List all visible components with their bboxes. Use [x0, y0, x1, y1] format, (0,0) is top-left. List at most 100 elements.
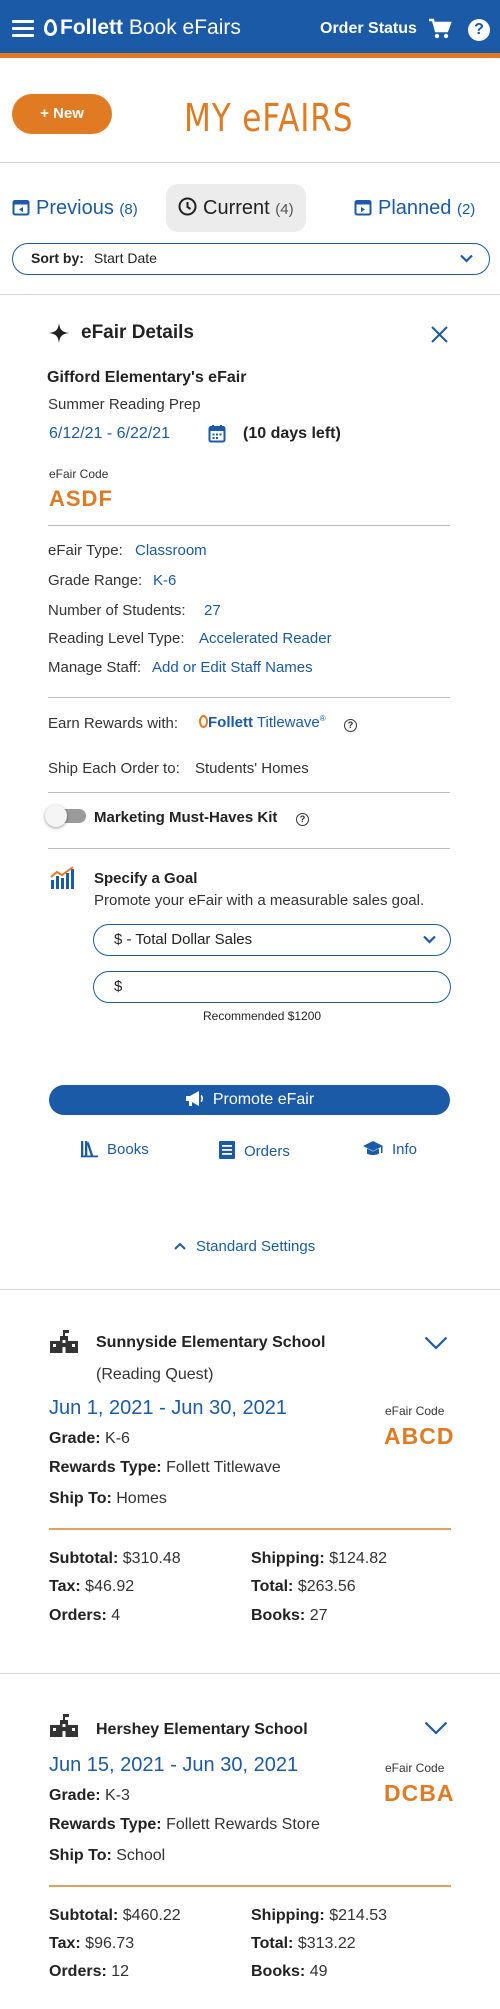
reading-level-label: Reading Level Type: — [48, 630, 185, 647]
cart-icon[interactable] — [428, 18, 452, 45]
marketing-kit-label: Marketing Must-Haves Kit — [94, 809, 278, 826]
marketing-help-icon[interactable]: ? — [290, 810, 309, 828]
subtotal-value: $460.22 — [122, 1907, 181, 1924]
books-link[interactable]: Books — [80, 1140, 149, 1158]
fair-school-name: Sunnyside Elementary School — [96, 1334, 326, 1351]
fair-name: Gifford Elementary's eFair — [47, 369, 247, 386]
logo[interactable]: Follett Book eFairs — [44, 16, 241, 40]
tab-planned[interactable]: Planned (2) — [354, 184, 475, 232]
marketing-kit-toggle[interactable] — [45, 805, 86, 827]
titlewave-brand: Follett — [208, 714, 253, 731]
divider — [48, 525, 450, 526]
rewards-type-label: Rewards Type: — [49, 1816, 162, 1833]
new-efair-button[interactable]: + New — [12, 94, 112, 134]
efair-code: ABCD — [384, 1423, 455, 1449]
school-icon — [48, 1714, 80, 1743]
growth-chart-icon — [50, 866, 76, 895]
rewards-help-icon[interactable]: ? — [338, 716, 357, 734]
grade-value: K-6 — [105, 1430, 130, 1447]
follett-drop-icon — [44, 19, 57, 36]
orders-count-label: Orders: — [49, 1607, 107, 1624]
orders-count-value: 4 — [111, 1607, 121, 1624]
rewards-label: Earn Rewards with: — [48, 715, 179, 732]
titlewave-logo: Follett Titlewave® — [199, 714, 326, 731]
efair-type-label: eFair Type: — [48, 542, 123, 559]
divider — [48, 792, 450, 793]
divider — [0, 294, 500, 295]
order-status-link[interactable]: Order Status — [320, 20, 417, 38]
manage-staff-link[interactable]: Add or Edit Staff Names — [152, 659, 313, 676]
megaphone-icon — [185, 1091, 203, 1106]
fair-program: (Reading Quest) — [96, 1366, 214, 1383]
fair-dates: Jun 15, 2021 - Jun 30, 2021 — [49, 1754, 299, 1776]
orders-link[interactable]: Orders — [218, 1140, 290, 1160]
sort-select[interactable]: Sort by: Start Date — [12, 243, 490, 275]
chevron-down-icon[interactable] — [424, 1721, 448, 1740]
ship-to-value: School — [116, 1847, 166, 1864]
promote-efair-button[interactable]: Promote eFair — [49, 1085, 450, 1115]
goal-amount-prefix: $ — [114, 978, 123, 995]
chevron-down-icon — [460, 254, 473, 263]
books-count-value: 27 — [309, 1607, 328, 1624]
tax-value: $46.92 — [85, 1578, 135, 1595]
orders-label: Orders — [244, 1143, 290, 1160]
help-icon[interactable]: ? — [468, 19, 490, 41]
calendar-forward-icon — [354, 200, 372, 216]
fair-dates[interactable]: 6/12/21 - 6/22/21 — [49, 425, 170, 443]
tab-previous[interactable]: Previous (8) — [12, 184, 138, 232]
divider — [49, 1885, 451, 1887]
standard-settings-toggle[interactable]: Standard Settings — [174, 1238, 315, 1255]
grade-range-value[interactable]: K-6 — [153, 572, 176, 589]
goal-amount-input[interactable]: $ — [93, 971, 451, 1003]
ship-value: Students' Homes — [195, 760, 309, 777]
tax-label: Tax: — [49, 1578, 81, 1595]
subtotal-value: $310.48 — [122, 1550, 181, 1567]
divider — [48, 848, 450, 849]
chevron-up-icon — [174, 1242, 186, 1250]
tab-current[interactable]: Current (4) — [166, 184, 306, 232]
chevron-down-icon[interactable] — [424, 1336, 448, 1355]
orders-list-icon — [219, 1141, 235, 1159]
sort-label: Sort by: — [31, 250, 84, 266]
books-count-value: 49 — [309, 1963, 328, 1980]
divider — [49, 1528, 451, 1530]
goal-type-select[interactable]: $ - Total Dollar Sales — [93, 924, 451, 956]
total-label: Total: — [251, 1935, 294, 1952]
calendar-back-icon — [12, 200, 30, 216]
divider — [48, 697, 450, 698]
tab-planned-count: (2) — [456, 201, 476, 218]
fair-dates: Jun 1, 2021 - Jun 30, 2021 — [49, 1397, 287, 1419]
standard-settings-label: Standard Settings — [196, 1238, 316, 1255]
divider — [0, 162, 500, 163]
goal-type-value: $ - Total Dollar Sales — [114, 931, 253, 948]
divider — [0, 1673, 500, 1674]
shipping-label: Shipping: — [251, 1907, 325, 1924]
fair-subtitle: Summer Reading Prep — [48, 396, 201, 413]
tax-label: Tax: — [49, 1935, 81, 1952]
close-icon[interactable] — [430, 325, 449, 349]
reading-level-value[interactable]: Accelerated Reader — [199, 630, 332, 647]
titlewave-product: Titlewave — [256, 714, 320, 731]
students-label: Number of Students: — [48, 602, 186, 619]
page-title: MY eFAIRS — [184, 96, 354, 140]
info-link[interactable]: Info — [362, 1140, 417, 1158]
days-left: (10 days left) — [243, 425, 341, 442]
divider — [0, 1289, 500, 1290]
menu-icon[interactable] — [12, 20, 34, 41]
students-value[interactable]: 27 — [204, 602, 221, 619]
subtotal-label: Subtotal: — [49, 1907, 119, 1924]
efair-code-label: eFair Code — [385, 1404, 445, 1418]
tab-current-count: (4) — [275, 201, 294, 218]
efair-type-value[interactable]: Classroom — [135, 542, 207, 559]
goal-recommendation: Recommended $1200 — [203, 1009, 322, 1023]
efair-code-label: eFair Code — [385, 1761, 445, 1775]
chevron-down-icon — [423, 935, 436, 944]
efair-code-label: eFair Code — [49, 467, 109, 481]
tab-previous-label: Previous — [36, 197, 114, 219]
shipping-value: $124.82 — [329, 1550, 388, 1567]
top-bar: Follett Book eFairs Order Status ? — [0, 0, 500, 58]
calendar-icon[interactable] — [208, 424, 226, 448]
rewards-type-label: Rewards Type: — [49, 1459, 162, 1476]
details-title: eFair Details — [81, 322, 194, 343]
ship-to-value: Homes — [116, 1490, 167, 1507]
